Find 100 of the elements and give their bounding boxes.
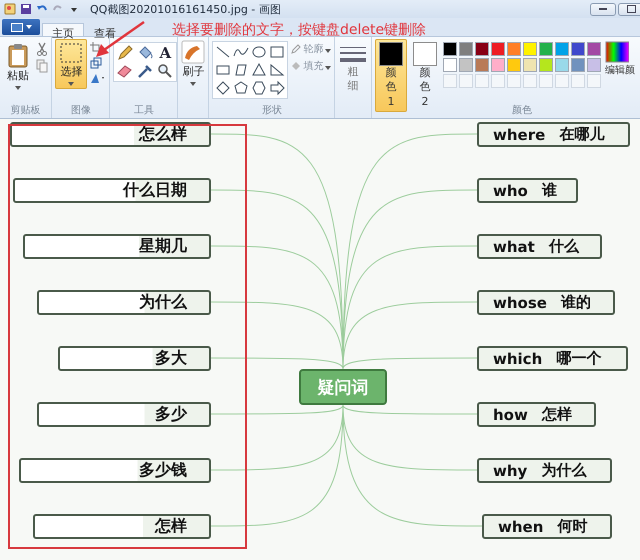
palette-color[interactable] [443, 58, 457, 72]
palette-color[interactable] [523, 58, 537, 72]
english-word: who [493, 182, 528, 200]
mindmap-node[interactable]: 为什么 [37, 290, 211, 315]
caret-icon [68, 82, 74, 86]
caret-icon [325, 66, 332, 70]
resize-icon[interactable] [90, 57, 102, 69]
palette-color[interactable] [555, 42, 569, 56]
palette-color[interactable] [587, 42, 601, 56]
empty-color-slot[interactable] [443, 74, 457, 88]
palette-color[interactable] [491, 58, 505, 72]
mindmap-node[interactable]: 多少钱 [19, 458, 211, 483]
maximize-button[interactable] [618, 2, 640, 16]
palette-color[interactable] [459, 42, 473, 56]
palette-color[interactable] [459, 58, 473, 72]
text-tool-icon[interactable]: A [156, 45, 174, 61]
select-button[interactable]: 选择 [55, 39, 88, 89]
empty-color-slot[interactable] [523, 74, 537, 88]
window-title: QQ截图20201016161450.jpg - 画图 [90, 2, 281, 16]
size-button[interactable]: 粗细 [348, 65, 359, 94]
mindmap-node[interactable]: 怎样 [33, 514, 211, 539]
empty-color-slot[interactable] [475, 74, 489, 88]
mindmap-node[interactable]: 多大 [58, 346, 211, 371]
ribbon-tab[interactable]: 查看 [84, 23, 126, 36]
crop-icon[interactable] [90, 42, 102, 54]
palette-color[interactable] [571, 42, 585, 56]
mindmap-node[interactable]: why 为什么 [477, 458, 612, 483]
node-text: 星期几 [139, 236, 187, 257]
fill-bucket-icon [291, 61, 302, 71]
rotate-icon[interactable] [90, 72, 106, 84]
annotation-text: 选择要删除的文字，按键盘delete键删除 [172, 21, 426, 39]
shape-icon[interactable] [269, 44, 286, 60]
mindmap-node[interactable]: when 何时 [482, 514, 612, 539]
mindmap-node[interactable]: whose 谁的 [477, 290, 615, 315]
shape-icon[interactable] [269, 62, 286, 78]
mindmap-node[interactable]: 多少 [37, 402, 211, 427]
palette-color[interactable] [507, 58, 521, 72]
palette-color[interactable] [443, 42, 457, 56]
edit-colors-button[interactable]: 编辑颜 [603, 39, 637, 79]
color-picker-icon[interactable] [136, 63, 154, 79]
color2-button[interactable]: 颜色 2 [409, 39, 441, 112]
palette-color[interactable] [523, 42, 537, 56]
mindmap-node[interactable]: 怎么样 [10, 122, 211, 147]
mindmap-node[interactable]: how 怎样 [477, 402, 596, 427]
palette-color[interactable] [475, 42, 489, 56]
shape-icon[interactable] [233, 62, 250, 78]
caret-icon [190, 82, 196, 86]
palette-color[interactable] [475, 58, 489, 72]
english-word: which [493, 350, 542, 368]
shape-icon[interactable] [269, 80, 286, 96]
color1-button[interactable]: 颜色 1 [375, 39, 407, 112]
ribbon-tab[interactable]: 主页 [42, 23, 84, 36]
mindmap-node[interactable]: 什么日期 [13, 178, 211, 203]
mindmap-node[interactable]: which 哪一个 [477, 346, 628, 371]
mindmap-node[interactable]: who 谁 [477, 178, 578, 203]
shape-icon[interactable] [233, 80, 250, 96]
empty-color-slot[interactable] [587, 74, 601, 88]
node-text: 什么日期 [123, 180, 187, 201]
palette-color[interactable] [507, 42, 521, 56]
empty-color-slot[interactable] [571, 74, 585, 88]
empty-color-slot[interactable] [507, 74, 521, 88]
palette-color[interactable] [587, 58, 601, 72]
english-word: where [493, 126, 546, 144]
chinese-meaning: 怎样 [542, 405, 572, 424]
paste-button[interactable]: 粘贴 [3, 39, 33, 93]
empty-color-slot[interactable] [555, 74, 569, 88]
english-word: why [493, 462, 528, 480]
palette-color[interactable] [539, 58, 553, 72]
chinese-meaning: 什么 [548, 237, 579, 256]
save-icon[interactable] [20, 3, 32, 15]
mindmap-node[interactable]: what 什么 [477, 234, 602, 259]
palette-color[interactable] [555, 58, 569, 72]
caret-icon [26, 25, 32, 29]
shape-icon[interactable] [251, 80, 268, 96]
pencil-icon[interactable] [116, 45, 134, 61]
paint-menu-button[interactable] [2, 19, 40, 35]
minimize-button[interactable] [590, 2, 616, 16]
palette-color[interactable] [571, 58, 585, 72]
minimize-icon [599, 8, 607, 10]
eraser-icon[interactable] [116, 63, 134, 79]
english-word: what [493, 238, 535, 256]
empty-color-slot[interactable] [491, 74, 505, 88]
cut-icon[interactable] [36, 42, 48, 56]
mindmap-node[interactable]: where 在哪儿 [477, 122, 630, 147]
empty-color-slot[interactable] [539, 74, 553, 88]
magnifier-icon[interactable] [156, 63, 174, 79]
shape-icon[interactable] [251, 62, 268, 78]
shape-icon[interactable] [215, 80, 232, 96]
mindmap-node[interactable]: 星期几 [23, 234, 211, 259]
shape-icon[interactable] [215, 44, 232, 60]
brushes-button[interactable]: 刷子 [180, 39, 206, 87]
caret-icon [15, 86, 21, 90]
palette-color[interactable] [539, 42, 553, 56]
shape-icon[interactable] [251, 44, 268, 60]
chinese-meaning: 何时 [557, 517, 588, 536]
line-size-icon[interactable] [340, 45, 366, 65]
copy-icon[interactable] [36, 59, 48, 73]
empty-color-slot[interactable] [459, 74, 473, 88]
clipboard-icon [7, 42, 29, 68]
palette-color[interactable] [491, 42, 505, 56]
